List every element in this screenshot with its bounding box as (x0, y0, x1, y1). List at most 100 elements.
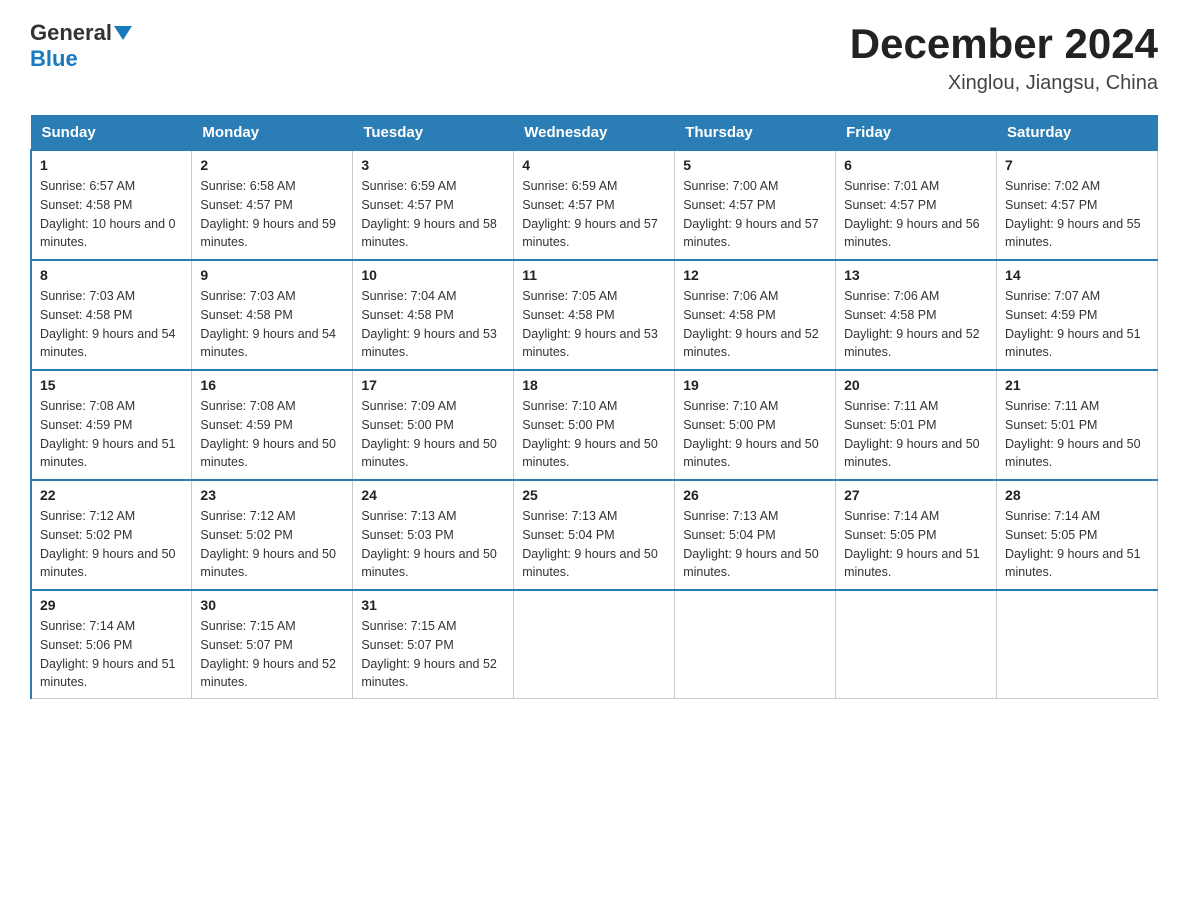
day-info: Sunrise: 7:07 AMSunset: 4:59 PMDaylight:… (1005, 287, 1149, 362)
day-number: 8 (40, 267, 183, 283)
day-info: Sunrise: 6:59 AMSunset: 4:57 PMDaylight:… (361, 177, 505, 252)
calendar-header-monday: Monday (192, 116, 353, 151)
calendar-day-cell (836, 590, 997, 699)
day-number: 4 (522, 157, 666, 173)
calendar-day-cell: 27Sunrise: 7:14 AMSunset: 5:05 PMDayligh… (836, 480, 997, 590)
day-info: Sunrise: 7:14 AMSunset: 5:05 PMDaylight:… (844, 507, 988, 582)
calendar-day-cell: 8Sunrise: 7:03 AMSunset: 4:58 PMDaylight… (31, 260, 192, 370)
calendar-day-cell: 26 Sunrise: 7:13 AMSunset: 5:04 PMDayligh… (675, 480, 836, 590)
day-number: 29 (40, 597, 183, 613)
calendar-day-cell: 13 Sunrise: 7:06 AMSunset: 4:58 PMDayligh… (836, 260, 997, 370)
calendar-header-row: SundayMondayTuesdayWednesdayThursdayFrid… (31, 116, 1158, 151)
calendar-day-cell: 5 Sunrise: 7:00 AMSunset: 4:57 PMDaylight… (675, 150, 836, 260)
day-number: 22 (40, 487, 183, 503)
day-info: Sunrise: 7:13 AMSunset: 5:04 PMDaylight:… (683, 507, 827, 582)
calendar-day-cell: 18 Sunrise: 7:10 AMSunset: 5:00 PMDayligh… (514, 370, 675, 480)
calendar-week-row: 15 Sunrise: 7:08 AMSunset: 4:59 PMDayligh… (31, 370, 1158, 480)
day-number: 17 (361, 377, 505, 393)
day-number: 2 (200, 157, 344, 173)
day-number: 9 (200, 267, 344, 283)
calendar-day-cell: 1Sunrise: 6:57 AMSunset: 4:58 PMDaylight… (31, 150, 192, 260)
calendar-day-cell: 30 Sunrise: 7:15 AMSunset: 5:07 PMDayligh… (192, 590, 353, 699)
calendar-header-tuesday: Tuesday (353, 116, 514, 151)
calendar-day-cell: 7Sunrise: 7:02 AMSunset: 4:57 PMDaylight… (997, 150, 1158, 260)
day-number: 15 (40, 377, 183, 393)
day-info: Sunrise: 7:14 AMSunset: 5:05 PMDaylight:… (1005, 507, 1149, 582)
day-number: 3 (361, 157, 505, 173)
day-number: 16 (200, 377, 344, 393)
calendar-week-row: 29 Sunrise: 7:14 AMSunset: 5:06 PMDayligh… (31, 590, 1158, 699)
calendar-day-cell: 3 Sunrise: 6:59 AMSunset: 4:57 PMDaylight… (353, 150, 514, 260)
day-info: Sunrise: 7:12 AMSunset: 5:02 PMDaylight:… (40, 507, 183, 582)
calendar-day-cell: 16Sunrise: 7:08 AMSunset: 4:59 PMDayligh… (192, 370, 353, 480)
calendar-week-row: 1Sunrise: 6:57 AMSunset: 4:58 PMDaylight… (31, 150, 1158, 260)
calendar-day-cell (514, 590, 675, 699)
calendar-day-cell: 10 Sunrise: 7:04 AMSunset: 4:58 PMDayligh… (353, 260, 514, 370)
day-info: Sunrise: 7:00 AMSunset: 4:57 PMDaylight:… (683, 177, 827, 252)
calendar-day-cell: 29 Sunrise: 7:14 AMSunset: 5:06 PMDayligh… (31, 590, 192, 699)
calendar-header-wednesday: Wednesday (514, 116, 675, 151)
calendar-table: SundayMondayTuesdayWednesdayThursdayFrid… (30, 115, 1158, 699)
month-title: December 2024 (850, 20, 1158, 68)
day-number: 26 (683, 487, 827, 503)
calendar-day-cell (997, 590, 1158, 699)
day-number: 11 (522, 267, 666, 283)
day-info: Sunrise: 7:12 AMSunset: 5:02 PMDaylight:… (200, 507, 344, 582)
calendar-day-cell: 9 Sunrise: 7:03 AMSunset: 4:58 PMDaylight… (192, 260, 353, 370)
day-number: 10 (361, 267, 505, 283)
day-number: 31 (361, 597, 505, 613)
calendar-day-cell: 28 Sunrise: 7:14 AMSunset: 5:05 PMDayligh… (997, 480, 1158, 590)
logo-blue-text: Blue (30, 46, 78, 72)
day-number: 12 (683, 267, 827, 283)
calendar-day-cell: 6 Sunrise: 7:01 AMSunset: 4:57 PMDaylight… (836, 150, 997, 260)
day-info: Sunrise: 7:15 AMSunset: 5:07 PMDaylight:… (200, 617, 344, 692)
calendar-day-cell: 25Sunrise: 7:13 AMSunset: 5:04 PMDayligh… (514, 480, 675, 590)
day-number: 21 (1005, 377, 1149, 393)
day-info: Sunrise: 7:08 AMSunset: 4:59 PMDaylight:… (40, 397, 183, 472)
day-number: 23 (200, 487, 344, 503)
day-number: 7 (1005, 157, 1149, 173)
calendar-header-friday: Friday (836, 116, 997, 151)
calendar-day-cell: 4 Sunrise: 6:59 AMSunset: 4:57 PMDaylight… (514, 150, 675, 260)
logo-general-text: General (30, 20, 112, 46)
day-number: 19 (683, 377, 827, 393)
day-info: Sunrise: 7:10 AMSunset: 5:00 PMDaylight:… (522, 397, 666, 472)
day-number: 5 (683, 157, 827, 173)
day-number: 25 (522, 487, 666, 503)
calendar-day-cell: 2 Sunrise: 6:58 AMSunset: 4:57 PMDaylight… (192, 150, 353, 260)
day-info: Sunrise: 7:14 AMSunset: 5:06 PMDaylight:… (40, 617, 183, 692)
day-info: Sunrise: 6:58 AMSunset: 4:57 PMDaylight:… (200, 177, 344, 252)
day-info: Sunrise: 7:01 AMSunset: 4:57 PMDaylight:… (844, 177, 988, 252)
day-info: Sunrise: 7:06 AMSunset: 4:58 PMDaylight:… (683, 287, 827, 362)
day-info: Sunrise: 7:03 AMSunset: 4:58 PMDaylight:… (200, 287, 344, 362)
calendar-day-cell: 11Sunrise: 7:05 AMSunset: 4:58 PMDayligh… (514, 260, 675, 370)
day-number: 28 (1005, 487, 1149, 503)
day-info: Sunrise: 7:09 AMSunset: 5:00 PMDaylight:… (361, 397, 505, 472)
day-number: 18 (522, 377, 666, 393)
day-number: 6 (844, 157, 988, 173)
calendar-header-saturday: Saturday (997, 116, 1158, 151)
location-text: Xinglou, Jiangsu, China (850, 72, 1158, 95)
calendar-day-cell: 14 Sunrise: 7:07 AMSunset: 4:59 PMDayligh… (997, 260, 1158, 370)
calendar-day-cell: 20Sunrise: 7:11 AMSunset: 5:01 PMDayligh… (836, 370, 997, 480)
day-info: Sunrise: 7:10 AMSunset: 5:00 PMDaylight:… (683, 397, 827, 472)
calendar-week-row: 22 Sunrise: 7:12 AMSunset: 5:02 PMDayligh… (31, 480, 1158, 590)
calendar-header-thursday: Thursday (675, 116, 836, 151)
day-number: 30 (200, 597, 344, 613)
day-info: Sunrise: 7:06 AMSunset: 4:58 PMDaylight:… (844, 287, 988, 362)
calendar-day-cell: 17 Sunrise: 7:09 AMSunset: 5:00 PMDayligh… (353, 370, 514, 480)
day-info: Sunrise: 7:11 AMSunset: 5:01 PMDaylight:… (844, 397, 988, 472)
day-info: Sunrise: 7:15 AMSunset: 5:07 PMDaylight:… (361, 617, 505, 692)
day-number: 13 (844, 267, 988, 283)
calendar-day-cell: 19 Sunrise: 7:10 AMSunset: 5:00 PMDayligh… (675, 370, 836, 480)
day-info: Sunrise: 7:11 AMSunset: 5:01 PMDaylight:… (1005, 397, 1149, 472)
day-number: 14 (1005, 267, 1149, 283)
day-info: Sunrise: 6:57 AMSunset: 4:58 PMDaylight:… (40, 177, 183, 252)
calendar-day-cell: 22 Sunrise: 7:12 AMSunset: 5:02 PMDayligh… (31, 480, 192, 590)
logo-triangle-icon (114, 26, 132, 40)
page-header: General Blue December 2024 Xinglou, Jian… (30, 20, 1158, 95)
calendar-day-cell (675, 590, 836, 699)
day-info: Sunrise: 7:04 AMSunset: 4:58 PMDaylight:… (361, 287, 505, 362)
day-info: Sunrise: 6:59 AMSunset: 4:57 PMDaylight:… (522, 177, 666, 252)
calendar-day-cell: 31 Sunrise: 7:15 AMSunset: 5:07 PMDayligh… (353, 590, 514, 699)
